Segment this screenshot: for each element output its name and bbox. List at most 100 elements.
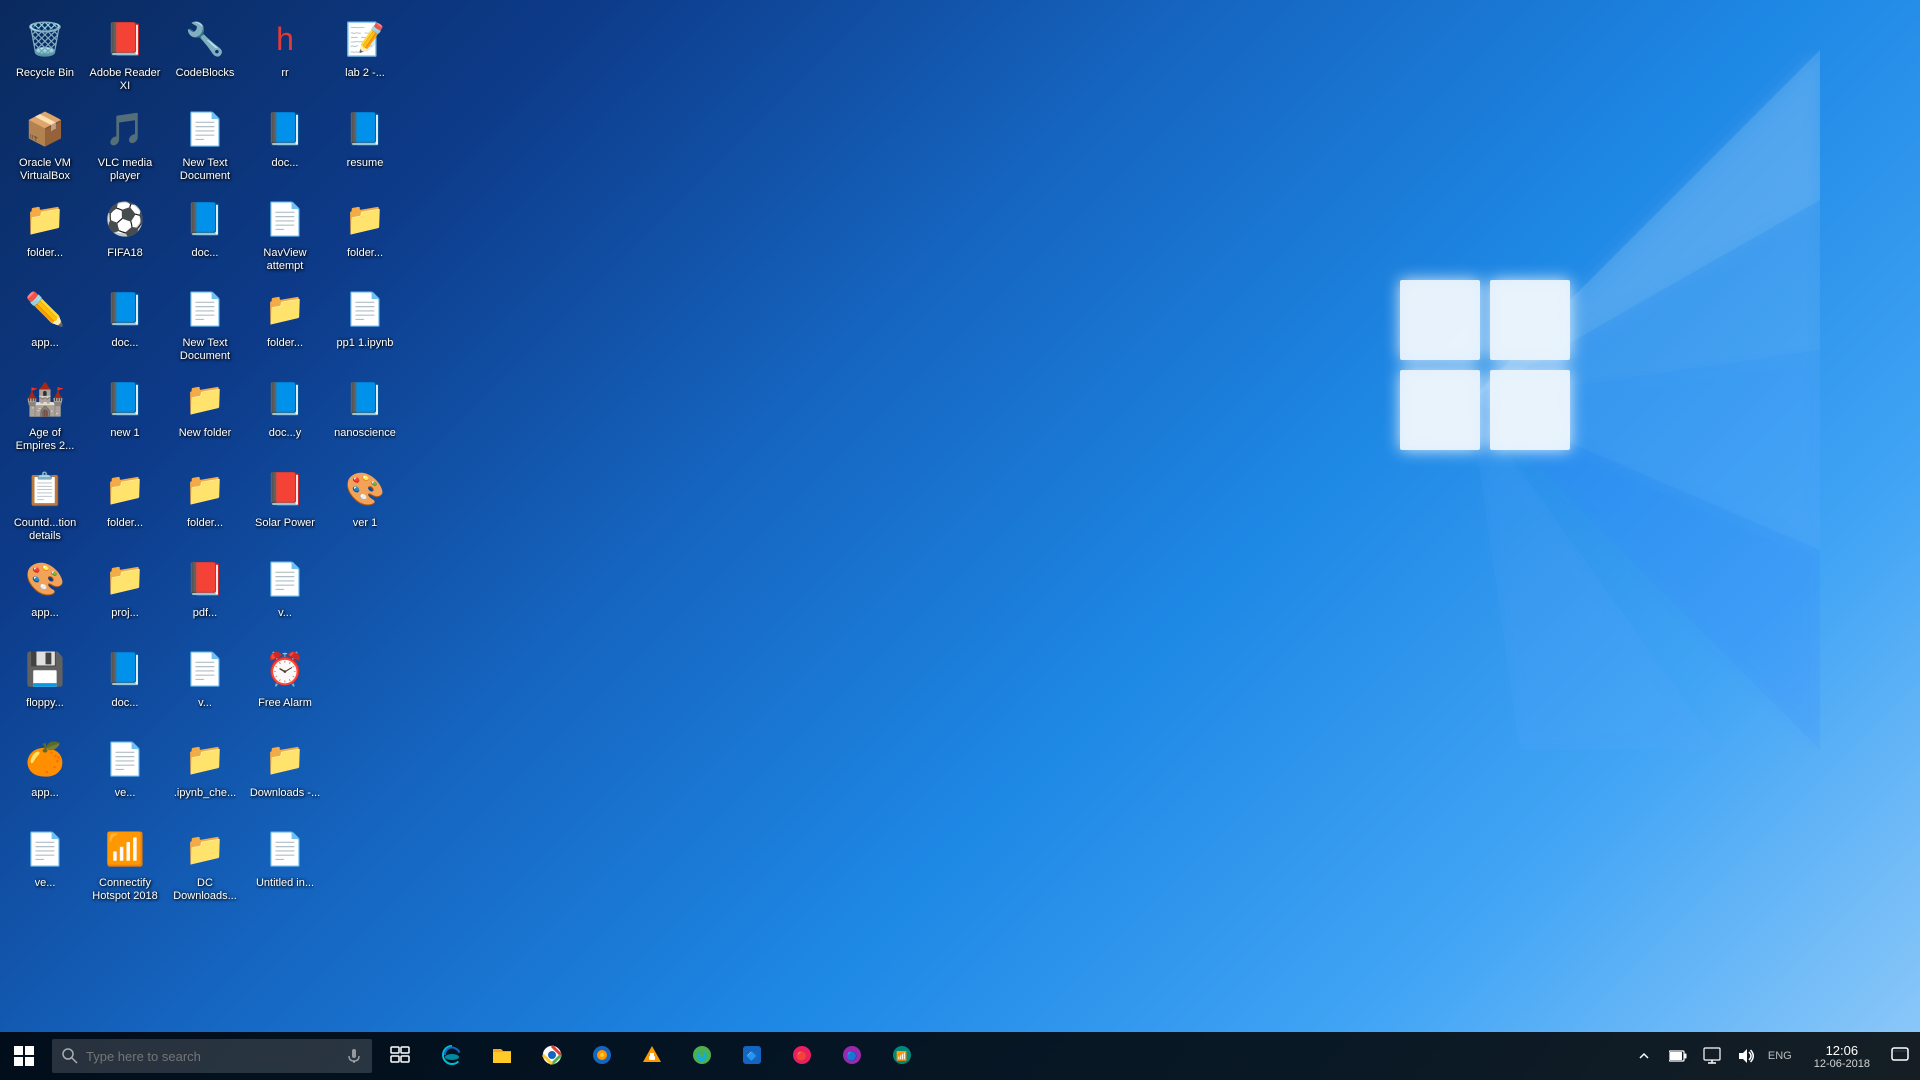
icon-navview[interactable]: 📄 NavView attempt — [245, 190, 325, 280]
tray-battery[interactable] — [1662, 1032, 1694, 1080]
icon-ve1[interactable]: 📄 ve... — [5, 820, 85, 910]
icon-dc-downloads[interactable]: 📁 DC Downloads... — [165, 820, 245, 910]
icon-downloads[interactable]: 📁 Downloads -... — [245, 730, 325, 820]
taskbar-app7[interactable]: 🔷 — [728, 1032, 776, 1080]
chrome-icon — [541, 1044, 563, 1066]
icon-doc2[interactable]: 📘 doc... — [85, 640, 165, 730]
tray-show-hidden[interactable] — [1628, 1032, 1660, 1080]
icon-cpp-lab2[interactable]: 📝 lab 2 -... — [325, 10, 405, 100]
icon-folder3[interactable]: 📁 folder... — [245, 280, 325, 370]
icon-new-folder[interactable]: 📁 New folder — [165, 370, 245, 460]
nanoscience-label: nanoscience — [334, 427, 396, 440]
taskbar-vlc[interactable] — [628, 1032, 676, 1080]
icon-vlc[interactable]: 🎵 VLC media player — [85, 100, 165, 190]
word3-icon: 📘 — [261, 105, 309, 153]
ve3-icon: 📄 — [181, 645, 229, 693]
icon-word3[interactable]: 📘 doc... — [245, 100, 325, 190]
icon-fifa18[interactable]: ⚽ FIFA18 — [85, 190, 165, 280]
icon-recycle-bin[interactable]: 🗑️ Recycle Bin — [5, 10, 85, 100]
app6-icon: 🌐 — [691, 1044, 713, 1066]
folder3-icon: 📁 — [261, 285, 309, 333]
icon-word2[interactable]: 📘 doc... — [165, 190, 245, 280]
icon-pdf1[interactable]: 📕 pdf... — [165, 550, 245, 640]
clock[interactable]: 12:06 12-06-2018 — [1804, 1032, 1880, 1080]
icon-countdown[interactable]: 📋 Countd...tion details — [5, 460, 85, 550]
network-icon — [1703, 1047, 1721, 1065]
untitled-label: Untitled in... — [256, 877, 314, 890]
icon-ve2[interactable]: 📄 ve... — [85, 730, 165, 820]
new-folder-icon: 📁 — [181, 375, 229, 423]
icon-adobe[interactable]: 📕 Adobe Reader XI — [85, 10, 165, 100]
tray-volume[interactable] — [1730, 1032, 1762, 1080]
taskbar-firefox[interactable] — [578, 1032, 626, 1080]
firefox-icon — [591, 1044, 613, 1066]
solar-power-icon: 📕 — [261, 465, 309, 513]
icon-ve3[interactable]: 📄 v... — [165, 640, 245, 730]
task-view-button[interactable] — [376, 1032, 424, 1080]
taskbar-app8[interactable]: 🔴 — [778, 1032, 826, 1080]
app8-icon: 🔴 — [791, 1044, 813, 1066]
icon-folder4[interactable]: 📁 folder... — [325, 190, 405, 280]
icon-age-of-empires[interactable]: 🏰 Age of Empires 2... — [5, 370, 85, 460]
icon-codeblocks[interactable]: 🔧 CodeBlocks — [165, 10, 245, 100]
free-alarm-icon: ⏰ — [261, 645, 309, 693]
icon-ver1[interactable]: 🎨 ver 1 — [325, 460, 405, 550]
icon-rr[interactable]: h rr — [245, 10, 325, 100]
taskbar: 🌐 🔷 🔴 🔵 — [0, 1032, 1920, 1080]
free-alarm-label: Free Alarm — [258, 697, 312, 710]
clock-date: 12-06-2018 — [1814, 1058, 1870, 1070]
taskbar-chrome[interactable] — [528, 1032, 576, 1080]
pp1-label: pp1 1.ipynb — [337, 337, 394, 350]
rr-icon: h — [261, 15, 309, 63]
windows-logo — [1120, 50, 1820, 750]
pp1-icon: 📄 — [341, 285, 389, 333]
taskbar-wifi-app[interactable]: 📶 — [878, 1032, 926, 1080]
icon-pencil[interactable]: ✏️ app... — [5, 280, 85, 370]
icon-proj[interactable]: 📁 proj... — [85, 550, 165, 640]
icon-new-text-doc[interactable]: 📄 New Text Document — [165, 100, 245, 190]
proj-label: proj... — [111, 607, 139, 620]
ve2-icon: 📄 — [101, 735, 149, 783]
icon-floppy[interactable]: 💾 floppy... — [5, 640, 85, 730]
word1-label: doc... — [112, 337, 139, 350]
search-bar[interactable] — [52, 1039, 372, 1073]
icon-pp1[interactable]: 📄 pp1 1.ipynb — [325, 280, 405, 370]
icon-oracle-vm[interactable]: 📦 Oracle VM VirtualBox — [5, 100, 85, 190]
icon-ve4[interactable]: 📄 v... — [245, 550, 325, 640]
taskbar-app6[interactable]: 🌐 — [678, 1032, 726, 1080]
icon-word4[interactable]: 📘 doc...y — [245, 370, 325, 460]
icon-yellow-folder[interactable]: 📁 folder... — [165, 460, 245, 550]
vlc-label: VLC media player — [88, 157, 162, 183]
dc-downloads-label: DC Downloads... — [168, 877, 242, 903]
icon-folder1[interactable]: 📁 folder... — [5, 190, 85, 280]
icon-untitled[interactable]: 📄 Untitled in... — [245, 820, 325, 910]
start-button[interactable] — [0, 1032, 48, 1080]
icon-word1[interactable]: 📘 doc... — [85, 280, 165, 370]
untitled-icon: 📄 — [261, 825, 309, 873]
icon-solar-power[interactable]: 📕 Solar Power — [245, 460, 325, 550]
icon-free-alarm[interactable]: ⏰ Free Alarm — [245, 640, 325, 730]
search-input[interactable] — [86, 1049, 338, 1064]
icon-new1[interactable]: 📘 new 1 — [85, 370, 165, 460]
icon-new-text2[interactable]: 📄 New Text Document — [165, 280, 245, 370]
icon-folder2[interactable]: 📁 folder... — [85, 460, 165, 550]
taskbar-edge[interactable] — [428, 1032, 476, 1080]
icon-connectify[interactable]: 📶 Connectify Hotspot 2018 — [85, 820, 165, 910]
notification-button[interactable] — [1880, 1032, 1920, 1080]
wifi-app-icon: 📶 — [891, 1044, 913, 1066]
icon-ipynb[interactable]: 📁 .ipynb_che... — [165, 730, 245, 820]
icon-app-fruit[interactable]: 🍊 app... — [5, 730, 85, 820]
folder3-label: folder... — [267, 337, 303, 350]
tray-language[interactable]: ENG — [1764, 1050, 1796, 1062]
taskbar-app9[interactable]: 🔵 — [828, 1032, 876, 1080]
icon-nanoscience[interactable]: 📘 nanoscience — [325, 370, 405, 460]
icon-app1[interactable]: 🎨 app... — [5, 550, 85, 640]
system-tray: ENG — [1620, 1032, 1804, 1080]
file-explorer-icon — [491, 1044, 513, 1066]
volume-icon — [1737, 1047, 1755, 1065]
tray-network[interactable] — [1696, 1032, 1728, 1080]
taskbar-file-explorer[interactable] — [478, 1032, 526, 1080]
recycle-bin-label: Recycle Bin — [16, 67, 74, 80]
fifa-icon: ⚽ — [101, 195, 149, 243]
icon-resume[interactable]: 📘 resume — [325, 100, 405, 190]
